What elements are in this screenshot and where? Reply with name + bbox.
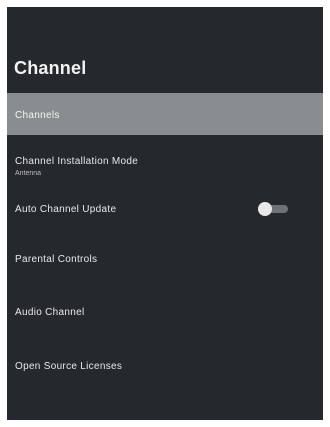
page-title: Channel bbox=[14, 58, 87, 78]
toggle-knob bbox=[258, 202, 272, 216]
menu-item-label: Open Source Licenses bbox=[15, 361, 123, 372]
menu-item-channel-installation-mode[interactable]: Channel Installation Mode Antenna bbox=[7, 135, 323, 187]
auto-channel-update-toggle[interactable] bbox=[258, 202, 290, 216]
menu-item-label: Parental Controls bbox=[15, 254, 98, 265]
channel-menu: Channels Channel Installation Mode Anten… bbox=[7, 93, 323, 399]
menu-item-auto-channel-update[interactable]: Auto Channel Update bbox=[7, 187, 323, 238]
menu-item-label: Audio Channel bbox=[15, 307, 85, 318]
menu-item-parental-controls[interactable]: Parental Controls bbox=[7, 238, 323, 291]
menu-item-audio-channel[interactable]: Audio Channel bbox=[7, 291, 323, 345]
menu-item-label: Channel Installation Mode bbox=[15, 156, 139, 167]
menu-item-open-source-licenses[interactable]: Open Source Licenses bbox=[7, 345, 323, 399]
menu-item-label: Auto Channel Update bbox=[15, 204, 117, 215]
menu-item-channels[interactable]: Channels bbox=[7, 93, 323, 135]
channel-settings-panel: Channel Channels Channel Installation Mo… bbox=[7, 7, 323, 420]
menu-item-value: Antenna bbox=[15, 170, 42, 177]
menu-item-label: Channels bbox=[15, 110, 60, 121]
